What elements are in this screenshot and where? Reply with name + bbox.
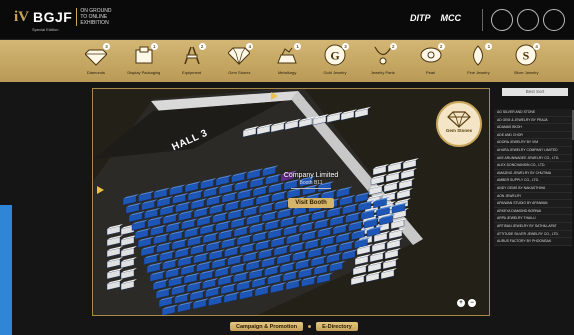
- category-label: Metallurgy: [277, 70, 297, 75]
- category-count-badge: 4: [246, 43, 254, 50]
- best-sort-button[interactable]: Best Sort: [502, 88, 568, 96]
- exhibitor-list-item[interactable]: AMAZING JEWELRY BY CHUTIMA: [494, 169, 572, 178]
- exhibitor-list-item[interactable]: ANDY GEMS BY NAKASTHIHA: [494, 184, 572, 193]
- category-pearl[interactable]: 2 Pearl: [405, 43, 457, 75]
- category-silver-jewelry[interactable]: S 4 Silver Jewelry: [500, 43, 552, 75]
- logo-mark: iV: [14, 8, 29, 25]
- booth-company-name: Company Limited: [283, 172, 339, 179]
- entrance-flag-icon: [271, 92, 278, 100]
- category-label: Gem Stones: [228, 70, 251, 75]
- category-metallurgy[interactable]: 1 Metallurgy: [261, 43, 313, 75]
- svg-text:S: S: [523, 49, 530, 63]
- category-gem-stones[interactable]: 4 Gem Stones: [213, 43, 265, 75]
- gemstone-icon: [447, 111, 471, 128]
- exhibitor-list-item[interactable]: ARPA JEWELRY THAILU: [494, 215, 572, 223]
- ditp-logo: DITP: [410, 13, 431, 23]
- exhibitor-list-item[interactable]: AHURA JEWELRY COMPANY LIMITED: [494, 146, 572, 155]
- header-divider: [482, 9, 483, 31]
- category-label: Fine Jewelry: [467, 70, 490, 75]
- category-label: Jewelry Parts: [370, 70, 395, 75]
- exhibitor-list-item[interactable]: ATTITUDE SILVER JEWELRY CO., LTD.: [494, 230, 572, 239]
- bgjf-logo[interactable]: iV BGJF ON GROUND TO ONLINE EXHIBITION S…: [14, 8, 111, 32]
- category-label: Equipment: [182, 70, 202, 75]
- zoom-out-button[interactable]: −: [468, 299, 476, 307]
- category-count-badge: 3: [103, 43, 110, 50]
- exhibitor-list-item[interactable]: ADE AND CHOR: [494, 131, 572, 140]
- exhibitor-list-item[interactable]: AON JEWELRY: [494, 192, 572, 201]
- exhibitor-list-item[interactable]: ARKEYA DIAMOND BORNAI: [494, 207, 572, 216]
- header-circle-button-3[interactable]: [543, 9, 565, 31]
- zoom-in-button[interactable]: +: [457, 299, 465, 307]
- bottom-navigation: Campaign & Promotion E-Directory: [230, 322, 358, 331]
- top-header: iV BGJF ON GROUND TO ONLINE EXHIBITION S…: [0, 0, 574, 40]
- booth-popup: Company Limited Booth B11 Visit Booth: [278, 172, 344, 210]
- category-count-badge: 2: [198, 43, 206, 50]
- category-count-badge: 3: [342, 43, 349, 50]
- header-circle-button-2[interactable]: [517, 9, 539, 31]
- popup-divider: [291, 188, 331, 189]
- category-count-badge: 1: [294, 43, 302, 50]
- category-count-badge: 2: [437, 43, 445, 50]
- category-fine-jewelry[interactable]: 1 Fine Jewelry: [452, 43, 504, 75]
- category-jewelry-parts[interactable]: 2 Jewelry Parts: [357, 43, 409, 75]
- category-label: Silver Jewelry: [513, 70, 539, 75]
- exhibitor-list-item[interactable]: AG SILVER AND STONE: [494, 109, 572, 117]
- selected-category-badge[interactable]: Gem Stones: [436, 101, 482, 147]
- exhibitor-list-item[interactable]: AURUS FACTORY BY PHOONSAK: [494, 238, 572, 246]
- mcc-logo: MCC: [440, 13, 462, 23]
- category-count-badge: 4: [533, 43, 541, 50]
- entrance-flag-icon: [97, 186, 104, 194]
- exhibitor-list-item[interactable]: ALEX DONCHANSIN CO., LTD.: [494, 162, 572, 170]
- logo-brand: BGJF: [33, 9, 73, 25]
- category-count-badge: 2: [389, 43, 397, 50]
- app-window: iV BGJF ON GROUND TO ONLINE EXHIBITION S…: [0, 0, 574, 335]
- exhibitor-list-item[interactable]: AMBER SUPPLY CO., LTD.: [494, 177, 572, 185]
- exhibitor-list-item[interactable]: AKE ARUNWADEE JEWELRY CO., LTD.: [494, 154, 572, 163]
- header-circle-button-1[interactable]: [491, 9, 513, 31]
- side-accent-bar: [0, 205, 12, 335]
- exhibitor-list-item[interactable]: ADORA JEWELRY BY VIM: [494, 139, 572, 147]
- category-equipment[interactable]: 2 Equipment: [166, 43, 218, 75]
- e-directory-button[interactable]: E-Directory: [316, 322, 358, 331]
- exhibitor-list-item[interactable]: APAIWAN STUDIO BY APAIWAN: [494, 200, 572, 208]
- svg-text:G: G: [330, 49, 339, 63]
- category-diamonds[interactable]: 3 Diamonds: [70, 43, 122, 75]
- exhibitor-list-item[interactable]: AD GEM & JEWELRY BY PRAJA: [494, 116, 572, 125]
- exhibitor-list: AG SILVER AND STONE AD GEM & JEWELRY BY P…: [494, 109, 572, 246]
- category-count-badge: 1: [485, 43, 493, 50]
- visit-booth-button[interactable]: Visit Booth: [288, 198, 334, 208]
- exhibitor-panel: Best Sort AG SILVER AND STONE AD GEM & JE…: [494, 88, 572, 316]
- zoom-controls: + −: [457, 299, 476, 307]
- campaign-promotion-button[interactable]: Campaign & Promotion: [230, 322, 304, 331]
- exhibitor-list-item[interactable]: ADAMAS BKOH: [494, 124, 572, 132]
- logo-subtitle: ON GROUND TO ONLINE EXHIBITION: [76, 8, 111, 26]
- selected-category-label: Gem Stones: [445, 128, 473, 133]
- logo-special-edition: Special Edition: [32, 27, 59, 32]
- category-label: Gold Jewelry: [323, 70, 347, 75]
- category-label: Diamonds: [86, 70, 105, 75]
- category-gold-jewelry[interactable]: G 3 Gold Jewelry: [309, 43, 361, 75]
- partner-logos: DITP MCC: [410, 13, 461, 23]
- category-count-badge: 1: [150, 43, 158, 50]
- category-label: Pearl: [425, 70, 436, 75]
- nav-separator-dot: [308, 325, 312, 328]
- category-label: Display Packaging: [127, 70, 161, 75]
- exhibitor-list-item[interactable]: ARTISAN JEWELRY BY SATHILLAPAT: [494, 222, 572, 231]
- category-display-packaging[interactable]: 1 Display Packaging: [118, 43, 170, 75]
- booth-number: Booth B11: [299, 180, 323, 186]
- category-bar: 3 Diamonds 1 Display Packaging 2 Equipment 4 Ge…: [0, 40, 574, 82]
